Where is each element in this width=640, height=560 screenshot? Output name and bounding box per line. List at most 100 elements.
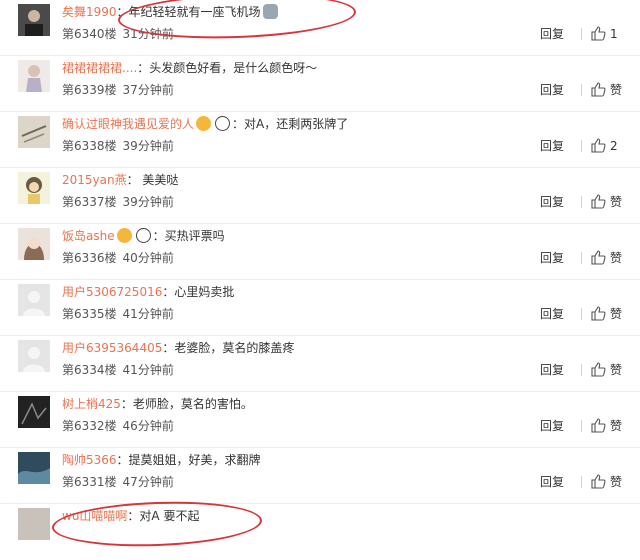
like-button[interactable]: 赞 bbox=[590, 192, 622, 212]
heart-eyes-emoji-icon bbox=[116, 228, 132, 243]
floor-number: 第6338楼 bbox=[62, 139, 117, 153]
avatar[interactable] bbox=[18, 116, 50, 148]
comment-username[interactable]: 裙裙裙裙裙.... bbox=[62, 61, 137, 75]
like-label: 赞 bbox=[610, 419, 623, 433]
avatar[interactable] bbox=[18, 396, 50, 428]
like-button[interactable]: 赞 bbox=[590, 80, 622, 100]
timestamp: 41分钟前 bbox=[122, 307, 174, 321]
comment-text: ：提莫姐姐，好美，求翻牌 bbox=[116, 453, 261, 467]
like-label: 赞 bbox=[610, 307, 623, 321]
thumbs-up-icon bbox=[591, 82, 606, 97]
thumbs-up-icon bbox=[591, 474, 606, 489]
timestamp: 41分钟前 bbox=[122, 363, 174, 377]
avatar[interactable] bbox=[18, 508, 50, 540]
timestamp: 37分钟前 bbox=[122, 83, 174, 97]
avatar[interactable] bbox=[18, 228, 50, 260]
comment-text: ：买热评票吗 bbox=[152, 229, 225, 243]
floor-number: 第6334楼 bbox=[62, 363, 117, 377]
reply-button[interactable]: 回复 bbox=[540, 305, 564, 323]
like-button[interactable]: 1 bbox=[590, 24, 618, 44]
timestamp: 39分钟前 bbox=[122, 195, 174, 209]
comment-username[interactable]: 饭岛ashe bbox=[62, 229, 115, 243]
reply-button[interactable]: 回复 bbox=[540, 81, 564, 99]
comment-username[interactable]: 陶帅5366 bbox=[62, 453, 117, 467]
reply-button[interactable]: 回复 bbox=[540, 25, 564, 43]
avatar[interactable] bbox=[18, 4, 50, 36]
comment-item: 裙裙裙裙裙....：头发颜色好看，是什么颜色呀～ 第6339楼 37分钟前 回复 … bbox=[0, 56, 640, 112]
thumbs-up-icon bbox=[591, 26, 606, 41]
floor-number: 第6332楼 bbox=[62, 419, 117, 433]
thumbs-up-icon bbox=[591, 306, 606, 321]
comment-item: 用户6395364405：老婆脸，莫名的膝盖疼 第6334楼 41分钟前 回复 赞 bbox=[0, 336, 640, 392]
like-count: 2 bbox=[610, 139, 618, 153]
like-label: 赞 bbox=[610, 195, 623, 209]
panda-emoji-icon bbox=[215, 116, 231, 131]
divider bbox=[581, 364, 582, 376]
default-avatar[interactable] bbox=[18, 340, 50, 372]
like-label: 赞 bbox=[610, 363, 623, 377]
comment-text: ：对A，还剩两张牌了 bbox=[232, 117, 349, 131]
comment-username[interactable]: 确认过眼神我遇见爱的人 bbox=[62, 117, 194, 131]
avatar[interactable] bbox=[18, 60, 50, 92]
comment-username[interactable]: 2015yan燕 bbox=[62, 173, 127, 187]
comment-item: 用户5306725016：心里妈卖批 第6335楼 41分钟前 回复 赞 bbox=[0, 280, 640, 336]
reply-button[interactable]: 回复 bbox=[540, 137, 564, 155]
timestamp: 47分钟前 bbox=[122, 475, 174, 489]
reply-button[interactable]: 回复 bbox=[540, 249, 564, 267]
floor-number: 第6339楼 bbox=[62, 83, 117, 97]
reply-button[interactable]: 回复 bbox=[540, 361, 564, 379]
comment-text: ：心里妈卖批 bbox=[162, 285, 235, 299]
reply-button[interactable]: 回复 bbox=[540, 193, 564, 211]
comment-username[interactable]: 矣舞1990 bbox=[62, 5, 117, 19]
comment-text: ： 美美哒 bbox=[126, 173, 179, 187]
timestamp: 46分钟前 bbox=[122, 419, 174, 433]
avatar[interactable] bbox=[18, 172, 50, 204]
thumbs-up-icon bbox=[591, 194, 606, 209]
comment-text: ：老婆脸，莫名的膝盖疼 bbox=[162, 341, 295, 355]
like-label: 赞 bbox=[610, 83, 623, 97]
floor-number: 第6335楼 bbox=[62, 307, 117, 321]
like-button[interactable]: 赞 bbox=[590, 360, 622, 380]
divider bbox=[581, 476, 582, 488]
divider bbox=[581, 196, 582, 208]
thumbs-up-icon bbox=[591, 138, 606, 153]
divider bbox=[581, 252, 582, 264]
floor-number: 第6340楼 bbox=[62, 27, 117, 41]
comment-item: 确认过眼神我遇见爱的人 ：对A，还剩两张牌了 第6338楼 39分钟前 回复 2 bbox=[0, 112, 640, 168]
reply-button[interactable]: 回复 bbox=[540, 417, 564, 435]
comment-username[interactable]: 树上梢425 bbox=[62, 397, 121, 411]
timestamp: 39分钟前 bbox=[122, 139, 174, 153]
like-button[interactable]: 2 bbox=[590, 136, 618, 156]
comment-item: 陶帅5366：提莫姐姐，好美，求翻牌 第6331楼 47分钟前 回复 赞 bbox=[0, 448, 640, 504]
avatar[interactable] bbox=[18, 452, 50, 484]
divider bbox=[581, 308, 582, 320]
timestamp: 40分钟前 bbox=[122, 251, 174, 265]
divider bbox=[581, 84, 582, 96]
like-button[interactable]: 赞 bbox=[590, 248, 622, 268]
comment-item: 树上梢425：老师脸，莫名的害怕。 第6332楼 46分钟前 回复 赞 bbox=[0, 392, 640, 448]
comment-username[interactable]: 用户6395364405 bbox=[62, 341, 162, 355]
thumbs-up-icon bbox=[591, 362, 606, 377]
comment-item: 2015yan燕： 美美哒 第6337楼 39分钟前 回复 赞 bbox=[0, 168, 640, 224]
comment-username[interactable]: 用户5306725016 bbox=[62, 285, 162, 299]
like-label: 赞 bbox=[610, 251, 623, 265]
floor-number: 第6337楼 bbox=[62, 195, 117, 209]
like-button[interactable]: 赞 bbox=[590, 472, 622, 492]
reply-button[interactable]: 回复 bbox=[540, 473, 564, 491]
thumbs-up-icon bbox=[591, 250, 606, 265]
thumbs-up-icon bbox=[591, 418, 606, 433]
divider bbox=[581, 420, 582, 432]
heart-eyes-emoji-icon bbox=[196, 116, 212, 131]
default-avatar[interactable] bbox=[18, 284, 50, 316]
like-count: 1 bbox=[610, 27, 618, 41]
like-button[interactable]: 赞 bbox=[590, 416, 622, 436]
floor-number: 第6336楼 bbox=[62, 251, 117, 265]
comment-text: ：头发颜色好看，是什么颜色呀～ bbox=[137, 61, 318, 75]
comment-item: 饭岛ashe ：买热评票吗 第6336楼 40分钟前 回复 赞 bbox=[0, 224, 640, 280]
floor-number: 第6331楼 bbox=[62, 475, 117, 489]
like-label: 赞 bbox=[610, 475, 623, 489]
like-button[interactable]: 赞 bbox=[590, 304, 622, 324]
divider bbox=[581, 140, 582, 152]
panda-emoji-icon bbox=[135, 228, 151, 243]
comment-text: ：老师脸，莫名的害怕。 bbox=[120, 397, 253, 411]
